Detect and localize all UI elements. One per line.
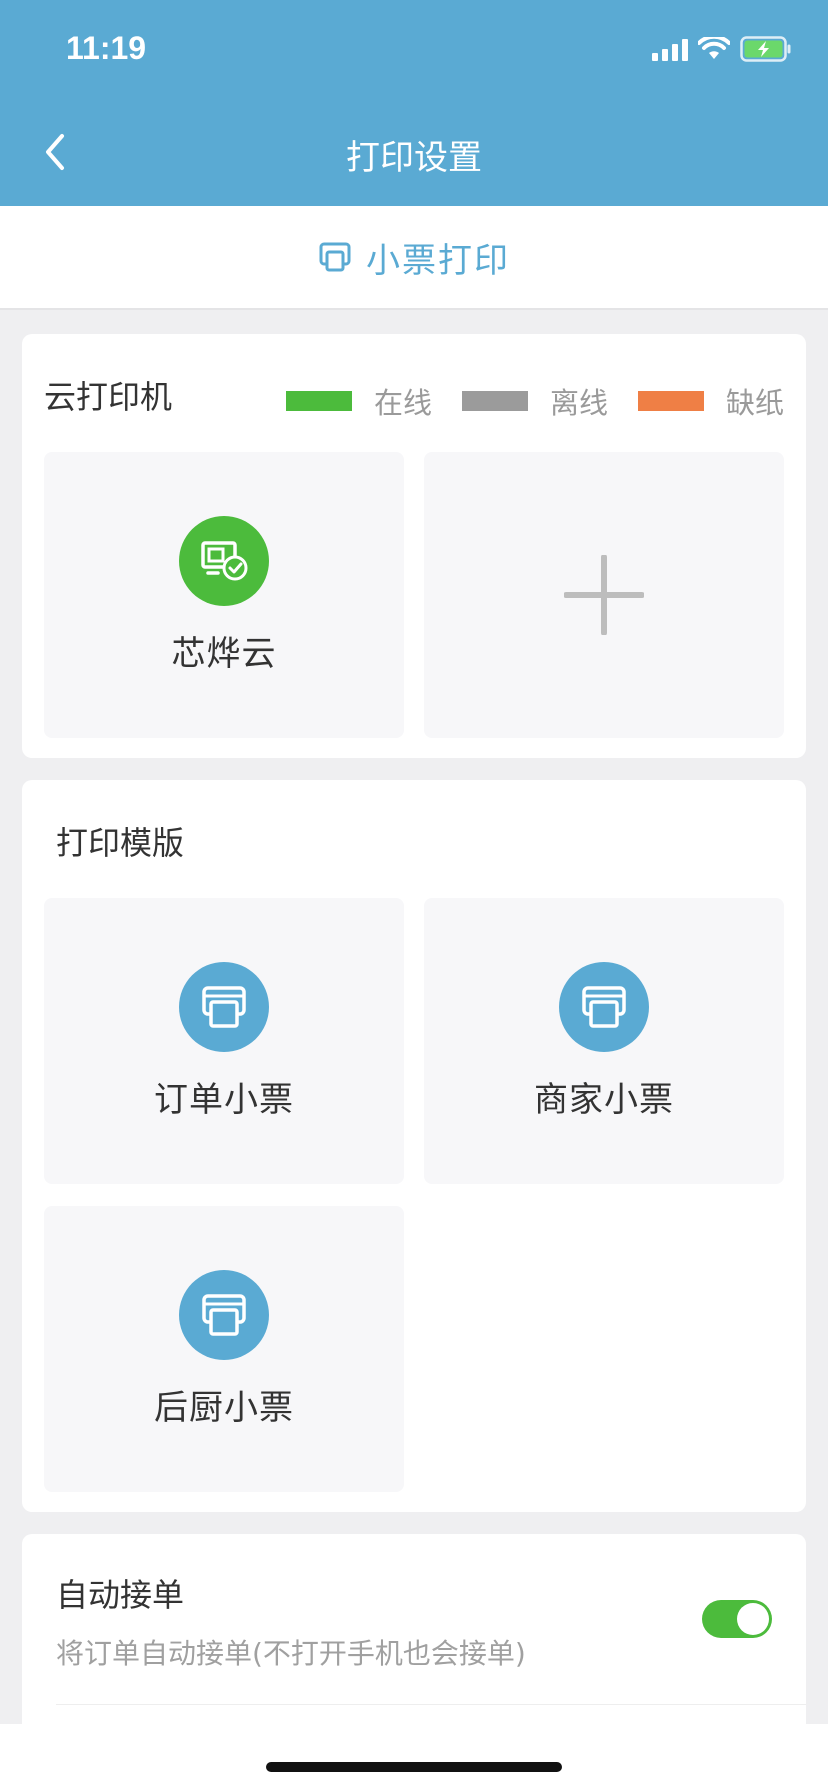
printer-online-icon	[179, 515, 269, 606]
tab-receipt-print[interactable]: 小票打印	[0, 206, 828, 310]
wifi-icon	[698, 37, 730, 59]
legend-item-paper-out: 缺纸	[637, 380, 784, 422]
receipt-printer-icon	[559, 961, 649, 1052]
section-title-templates: 打印模版	[56, 824, 185, 862]
template-label: 商家小票	[534, 1079, 674, 1120]
printer-label: 芯烨云	[171, 633, 277, 674]
legend-swatch-online	[285, 391, 352, 411]
status-time: 11:19	[66, 30, 147, 66]
auto-accept-title: 自动接单	[56, 1576, 185, 1614]
section-title-printers: 云打印机	[44, 378, 173, 416]
print-template-card: 打印模版 订单小票 商家小票 后厨小票	[22, 780, 806, 1512]
tab-label: 小票打印	[366, 240, 510, 281]
legend-swatch-offline	[461, 391, 528, 411]
legend-label-offline: 离线	[549, 386, 608, 420]
status-icons	[652, 36, 792, 62]
legend-label-paper-out: 缺纸	[725, 386, 784, 420]
app-header: 11:19 打印设置	[0, 0, 828, 206]
receipt-printer-icon	[179, 1269, 269, 1360]
status-bar: 11:19	[0, 0, 828, 100]
auto-accept-description: 将订单自动接单(不打开手机也会接单)	[56, 1637, 526, 1670]
template-tile-order[interactable]: 订单小票	[44, 898, 404, 1184]
status-legend: 在线 离线 缺纸	[256, 380, 784, 422]
plus-icon	[564, 555, 644, 635]
template-tile-merchant[interactable]: 商家小票	[424, 898, 784, 1184]
page-title: 打印设置	[346, 138, 482, 178]
divider	[56, 1704, 806, 1705]
legend-label-online: 在线	[373, 386, 432, 420]
toggle-knob	[737, 1603, 769, 1635]
legend-item-offline: 离线	[461, 380, 608, 422]
legend-swatch-paper-out	[637, 391, 704, 411]
template-label: 后厨小票	[154, 1387, 294, 1428]
home-bar-area	[0, 1724, 828, 1792]
nav-bar: 打印设置	[0, 100, 828, 206]
home-indicator[interactable]	[266, 1762, 562, 1772]
battery-charging-icon	[740, 36, 791, 62]
add-printer-button[interactable]	[424, 452, 784, 738]
printer-tile-xinye[interactable]: 芯烨云	[44, 452, 404, 738]
template-tile-kitchen[interactable]: 后厨小票	[44, 1206, 404, 1492]
receipt-printer-icon	[179, 961, 269, 1052]
template-label: 订单小票	[154, 1079, 294, 1120]
cellular-signal-icon	[652, 37, 688, 61]
printer-icon	[319, 242, 351, 272]
auto-accept-toggle[interactable]	[702, 1600, 772, 1638]
cloud-printer-card: 云打印机 在线 离线 缺纸 芯烨云	[22, 334, 806, 758]
legend-item-online: 在线	[285, 380, 432, 422]
